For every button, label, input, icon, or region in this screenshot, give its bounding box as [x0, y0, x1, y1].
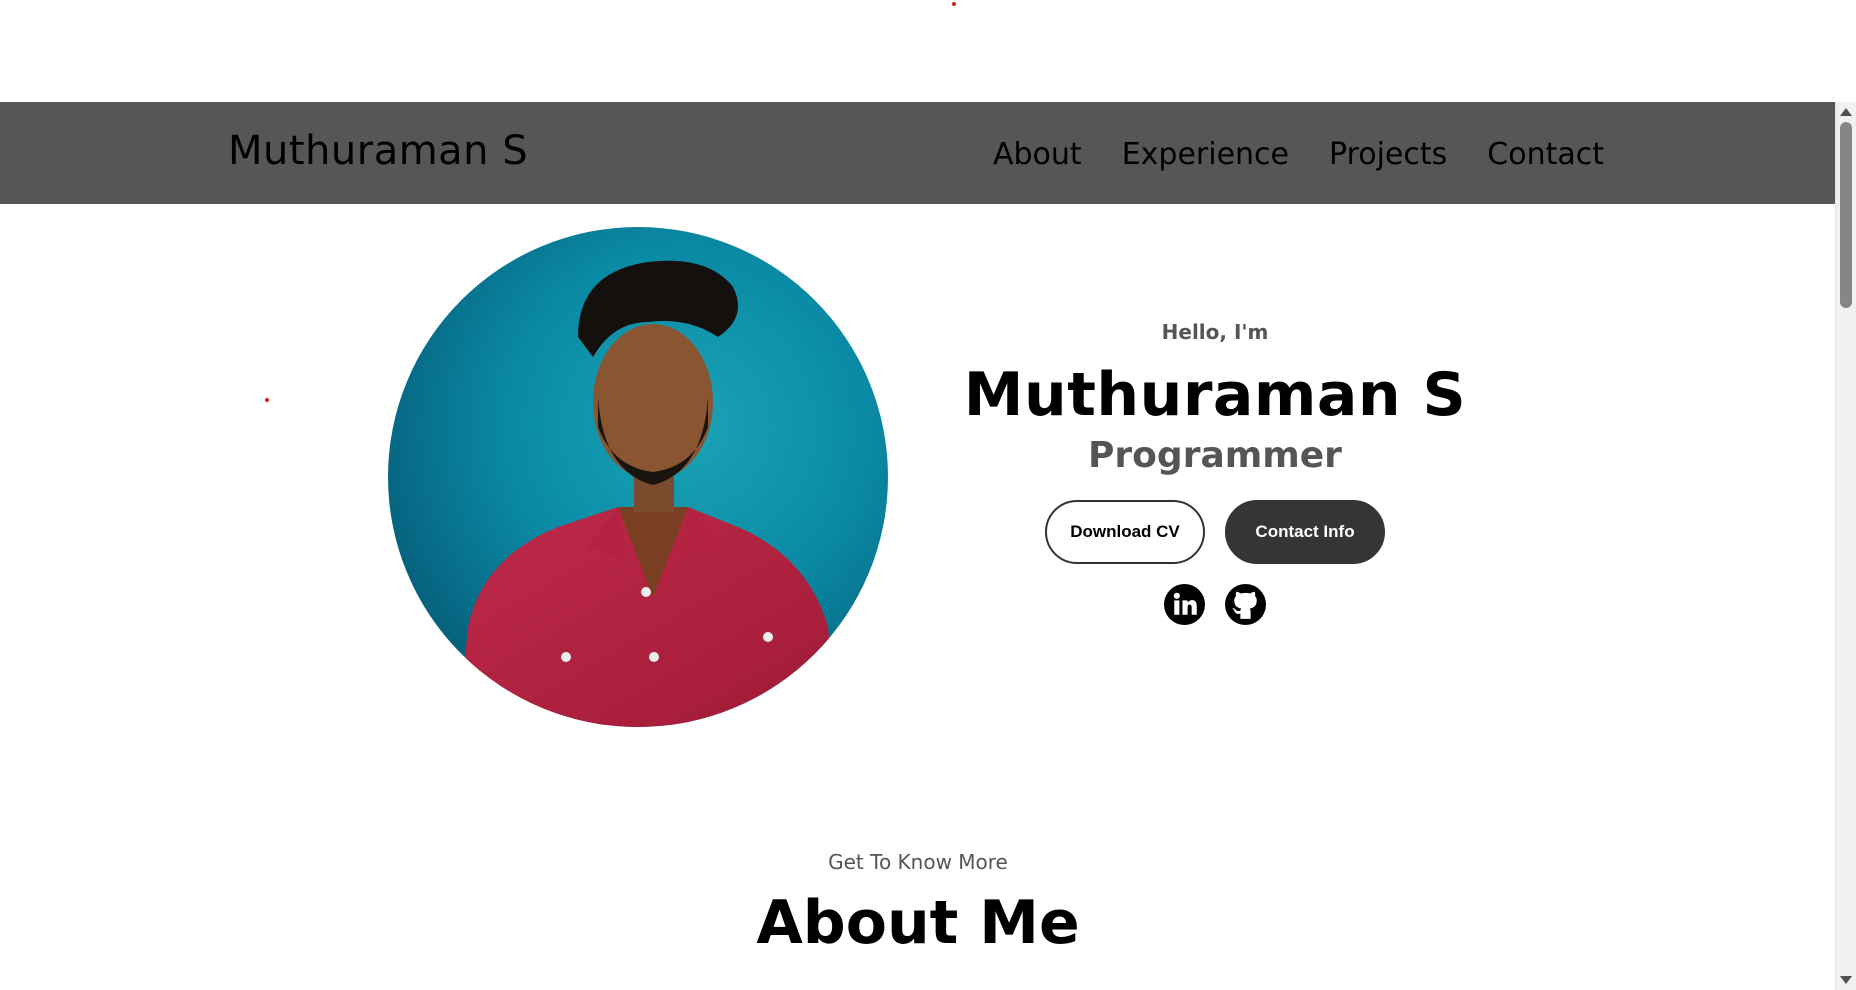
- decorative-dot: [952, 2, 956, 6]
- social-links: [940, 584, 1490, 625]
- hero-name: Muthuraman S: [963, 360, 1467, 430]
- hero-buttons: Download CV Contact Info: [940, 500, 1490, 564]
- hero-role: Programmer: [1088, 435, 1342, 476]
- nav-link-contact[interactable]: Contact: [1487, 135, 1604, 175]
- scroll-down-icon[interactable]: [1840, 976, 1852, 984]
- nav-link-experience[interactable]: Experience: [1122, 135, 1289, 175]
- decorative-dot: [265, 398, 269, 402]
- scrollbar-thumb[interactable]: [1840, 122, 1852, 308]
- nav-links: About Experience Projects Contact: [993, 135, 1604, 175]
- page: Muthuraman S About Experience Projects C…: [0, 0, 1856, 990]
- vertical-scrollbar[interactable]: [1835, 102, 1856, 990]
- github-icon[interactable]: [1225, 584, 1266, 625]
- profile-picture: [388, 227, 888, 727]
- linkedin-icon[interactable]: [1164, 584, 1205, 625]
- greeting: Hello, I'm: [1161, 320, 1269, 344]
- top-blank-area: [0, 0, 1856, 102]
- download-cv-button[interactable]: Download CV: [1045, 500, 1205, 564]
- contact-info-button[interactable]: Contact Info: [1225, 500, 1385, 564]
- about-title: About Me: [756, 888, 1080, 958]
- hero-text: Hello, I'm Muthuraman S Programmer Downl…: [940, 310, 1490, 625]
- nav-logo[interactable]: Muthuraman S: [228, 128, 528, 174]
- nav-link-about[interactable]: About: [993, 135, 1082, 175]
- scroll-up-icon[interactable]: [1840, 108, 1852, 116]
- nav-link-projects[interactable]: Projects: [1329, 135, 1447, 175]
- about-subtitle: Get To Know More: [828, 850, 1008, 874]
